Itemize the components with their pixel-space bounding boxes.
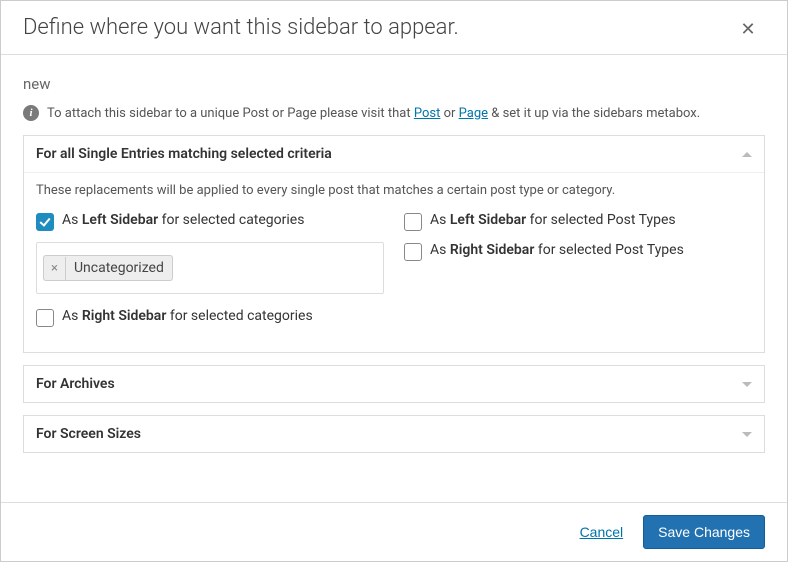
close-icon: ✕ (740, 19, 755, 39)
checkbox-right-sidebar-categories[interactable] (36, 309, 54, 327)
chevron-up-icon (742, 152, 752, 157)
info-or: or (440, 106, 458, 121)
row-right-sidebar-categories: As Right Sidebar for selected categories (36, 308, 384, 326)
checkbox-right-sidebar-post-types[interactable] (404, 243, 422, 261)
panel-single-entries: For all Single Entries matching selected… (23, 135, 765, 353)
modal-footer: Cancel Save Changes (1, 502, 787, 561)
panel-archives: For Archives (23, 365, 765, 403)
panel-screen-sizes-title: For Screen Sizes (36, 426, 141, 442)
panel-single-header[interactable]: For all Single Entries matching selected… (24, 136, 764, 172)
modal-title: Define where you want this sidebar to ap… (23, 15, 459, 40)
col-categories: As Left Sidebar for selected categories … (36, 212, 384, 338)
category-tag-input[interactable]: × Uncategorized (36, 242, 384, 294)
options-grid: As Left Sidebar for selected categories … (36, 212, 752, 338)
chevron-down-icon (742, 432, 752, 437)
panel-single-title: For all Single Entries matching selected… (36, 146, 332, 162)
panel-screen-sizes: For Screen Sizes (23, 415, 765, 453)
panel-single-body: These replacements will be applied to ev… (24, 172, 764, 352)
label-right-sidebar-categories: As Right Sidebar for selected categories (62, 308, 313, 324)
panel-archives-header[interactable]: For Archives (24, 366, 764, 402)
info-pre: To attach this sidebar to a unique Post … (47, 106, 414, 121)
save-changes-button[interactable]: Save Changes (643, 515, 765, 549)
label-left-sidebar-post-types: As Left Sidebar for selected Post Types (430, 212, 676, 228)
col-post-types: As Left Sidebar for selected Post Types … (404, 212, 752, 338)
cancel-button[interactable]: Cancel (574, 523, 630, 541)
label-left-sidebar-categories: As Left Sidebar for selected categories (62, 212, 304, 228)
row-left-sidebar-post-types: As Left Sidebar for selected Post Types (404, 212, 752, 230)
tag-uncategorized: × Uncategorized (43, 255, 173, 281)
info-icon: i (23, 105, 39, 121)
row-left-sidebar-categories: As Left Sidebar for selected categories (36, 212, 384, 230)
close-button[interactable]: ✕ (731, 11, 765, 45)
tag-label: Uncategorized (66, 256, 172, 280)
info-row: i To attach this sidebar to a unique Pos… (23, 105, 765, 121)
modal-body: new i To attach this sidebar to a unique… (1, 55, 787, 453)
page-link[interactable]: Page (459, 106, 488, 121)
checkbox-left-sidebar-post-types[interactable] (404, 213, 422, 231)
modal-header: Define where you want this sidebar to ap… (1, 1, 787, 55)
panel-screen-sizes-header[interactable]: For Screen Sizes (24, 416, 764, 452)
tag-remove-button[interactable]: × (44, 257, 66, 280)
row-right-sidebar-post-types: As Right Sidebar for selected Post Types (404, 242, 752, 260)
chevron-down-icon (742, 382, 752, 387)
label-right-sidebar-post-types: As Right Sidebar for selected Post Types (430, 242, 684, 258)
post-link[interactable]: Post (414, 106, 441, 121)
sidebar-name-label: new (23, 75, 765, 93)
panel-archives-title: For Archives (36, 376, 115, 392)
checkbox-left-sidebar-categories[interactable] (36, 213, 54, 231)
panel-single-desc: These replacements will be applied to ev… (36, 183, 752, 198)
define-sidebar-modal: Define where you want this sidebar to ap… (0, 0, 788, 562)
info-text: To attach this sidebar to a unique Post … (47, 106, 700, 121)
info-suf: & set it up via the sidebars metabox. (488, 106, 700, 121)
